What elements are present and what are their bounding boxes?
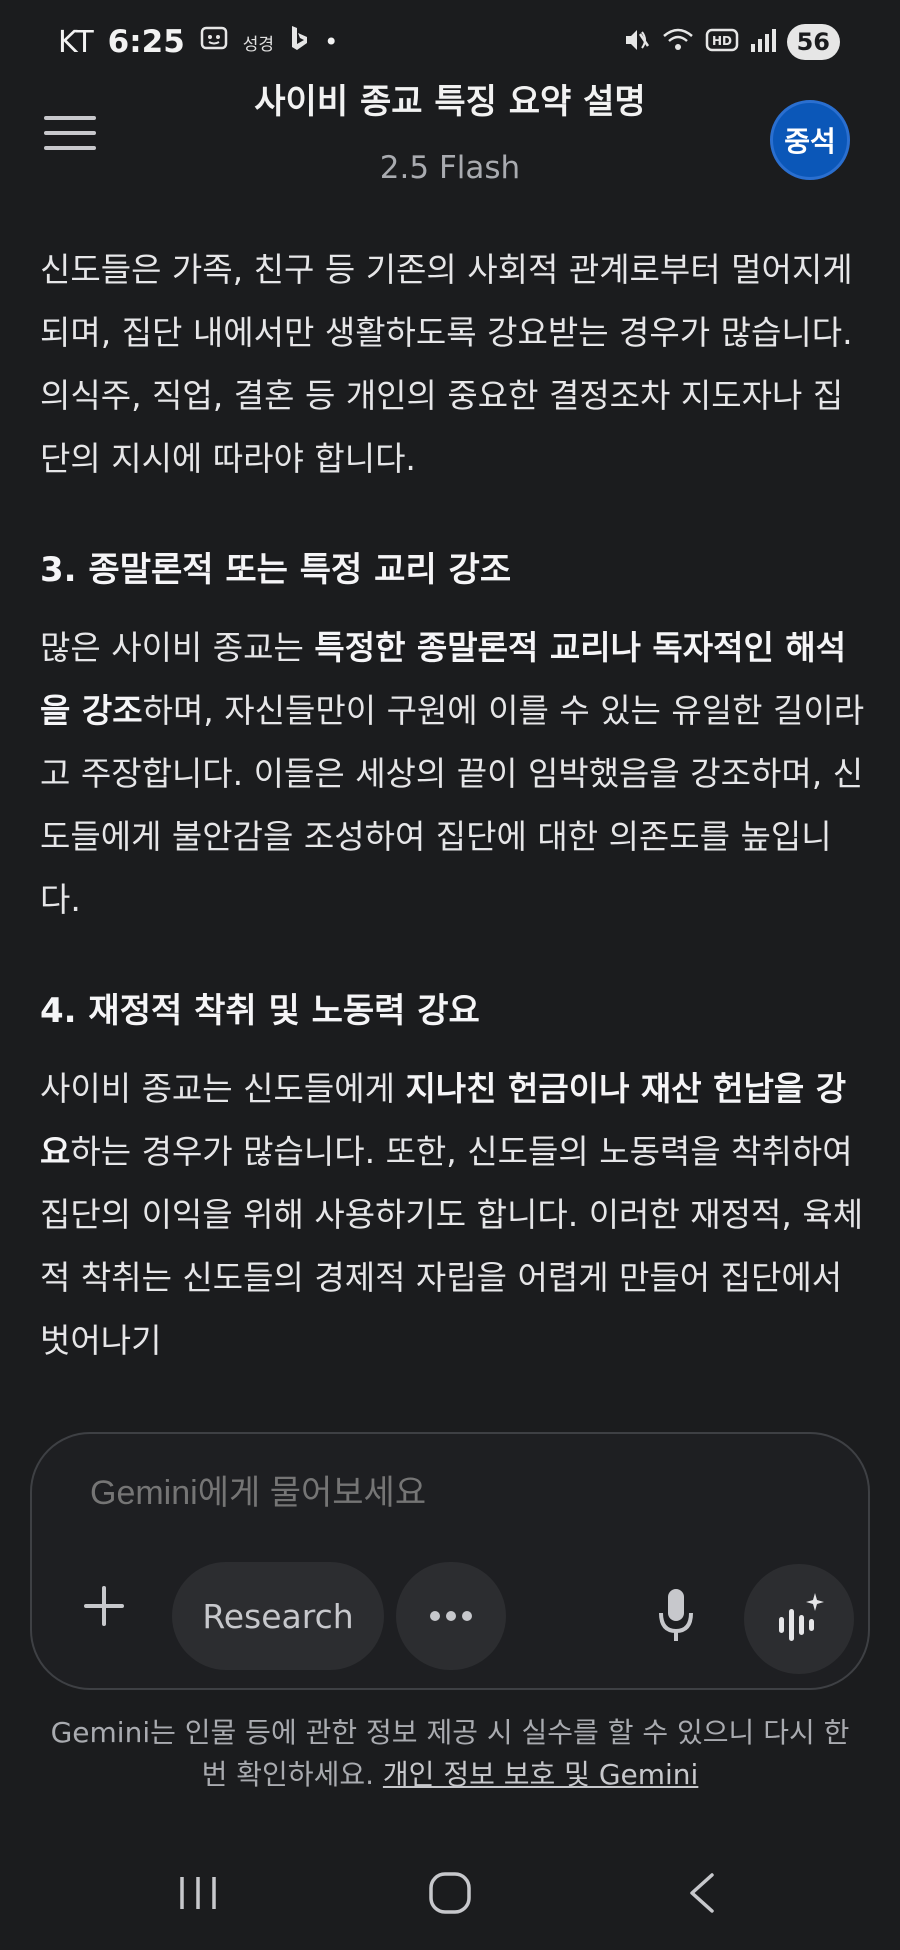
back-icon [690, 1873, 714, 1913]
signal-icon [749, 26, 777, 58]
text-span: 하는 경우가 많습니다. 또한, 신도들의 노동력을 착취하여 집단의 이익을 … [40, 1132, 864, 1360]
text-span: 많은 사이비 종교는 [40, 628, 315, 667]
add-button[interactable] [72, 1574, 136, 1638]
bing-icon [288, 24, 310, 60]
clock: 6:25 [107, 24, 185, 60]
section-heading: 4. 재정적 착취 및 노동력 강요 [40, 991, 480, 1031]
paragraph: 많은 사이비 종교는 특정한 종말론적 교리나 독자적인 해석을 강조하며, 자… [40, 616, 870, 931]
text-span: 사이비 종교는 신도들에게 [40, 1069, 406, 1108]
screenshot-icon [199, 24, 229, 60]
status-dot: • [324, 28, 339, 56]
mute-icon [621, 25, 651, 59]
prompt-input[interactable] [90, 1474, 690, 1513]
section-heading: 3. 종말론적 또는 특정 교리 강조 [40, 550, 512, 590]
chat-title[interactable]: 사이비 종교 특징 요약 설명 [0, 74, 900, 123]
status-bar-right: HD 56 [621, 24, 840, 60]
hd-icon: HD [705, 26, 739, 58]
paragraph: 사이비 종교는 신도들에게 지나친 헌금이나 재산 헌납을 강요하는 경우가 많… [40, 1057, 870, 1372]
more-icon [430, 1611, 472, 1621]
home-button[interactable] [410, 1858, 490, 1928]
plus-icon [84, 1586, 124, 1626]
home-icon [429, 1872, 471, 1914]
svg-text:HD: HD [712, 34, 732, 48]
research-button[interactable]: Research [172, 1562, 384, 1670]
recents-icon [180, 1877, 216, 1909]
avatar[interactable]: 중석 [770, 100, 850, 180]
notification-label: 성경 [242, 34, 275, 55]
chat-content[interactable]: 신도들은 가족, 친구 등 기존의 사회적 관계로부터 멀어지게 되며, 집단 … [40, 238, 870, 1418]
wifi-icon [661, 25, 695, 59]
model-selector[interactable]: 2.5 Flash [0, 150, 900, 186]
live-button[interactable] [744, 1564, 854, 1674]
privacy-link[interactable]: 개인 정보 보호 및 Gemini [383, 1758, 698, 1791]
back-button[interactable] [662, 1858, 742, 1928]
prompt-panel: Research [30, 1432, 870, 1690]
text-span: 하며, 자신들만이 구원에 이를 수 있는 유일한 길이라고 주장합니다. 이들… [40, 691, 865, 919]
carrier-label: KT [58, 24, 94, 60]
more-button[interactable] [396, 1562, 506, 1670]
status-bar-left: KT 6:25 성경 • [58, 24, 338, 60]
recents-button[interactable] [158, 1858, 238, 1928]
mic-button[interactable] [644, 1574, 708, 1658]
mic-icon [659, 1589, 693, 1641]
system-nav-bar [0, 1840, 900, 1950]
disclaimer: Gemini는 인물 등에 관한 정보 제공 시 실수를 할 수 있으니 다시 … [40, 1712, 860, 1796]
paragraph: 신도들은 가족, 친구 등 기존의 사회적 관계로부터 멀어지게 되며, 집단 … [40, 250, 853, 478]
battery-indicator: 56 [786, 24, 840, 60]
live-sparkle-icon [779, 1593, 824, 1641]
